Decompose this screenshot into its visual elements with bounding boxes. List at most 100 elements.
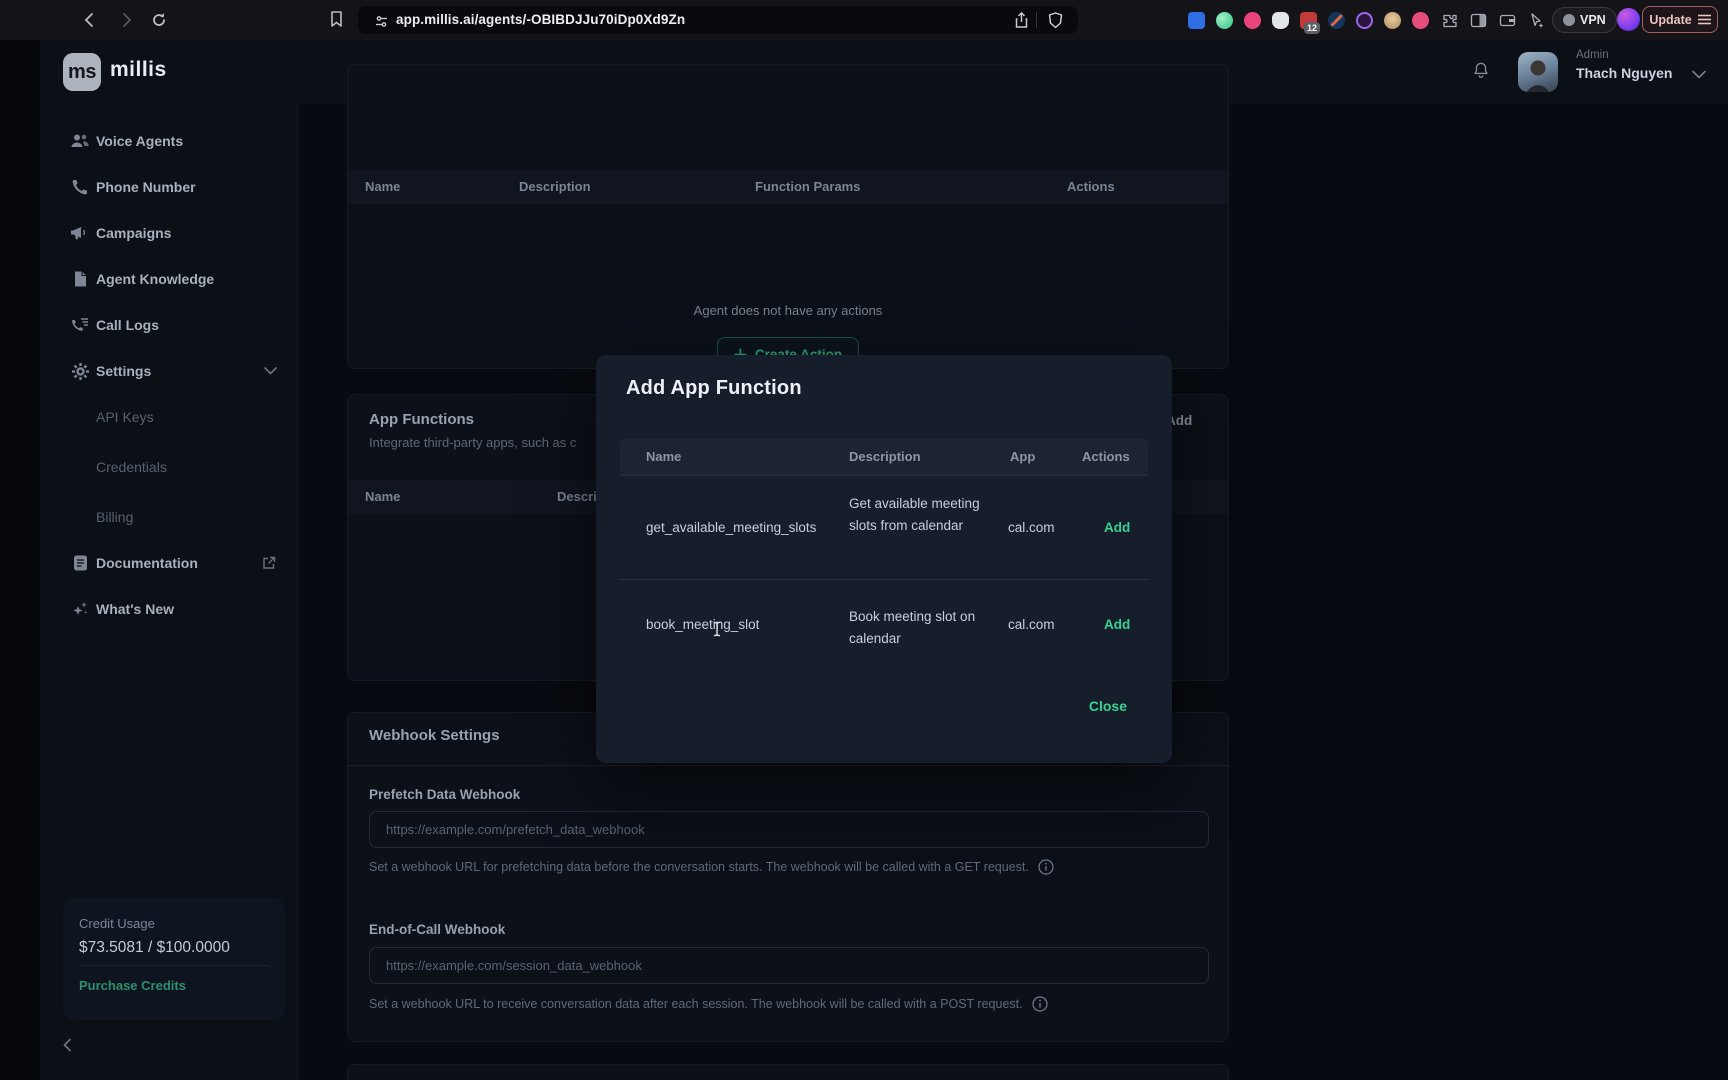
update-button[interactable]: Update	[1642, 6, 1718, 33]
info-icon[interactable]	[1032, 996, 1048, 1012]
sidebar-item-voice-agents[interactable]: Voice Agents	[40, 127, 298, 155]
sidebar-item-agent-knowledge[interactable]: Agent Knowledge	[40, 265, 298, 293]
vpn-button[interactable]: VPN	[1552, 7, 1617, 33]
add-function-button[interactable]: Add	[1104, 520, 1130, 535]
document-icon	[70, 269, 90, 289]
extension-icon[interactable]	[1328, 12, 1345, 29]
bookmark-icon[interactable]	[327, 10, 345, 28]
function-description: Book meeting slot on calendar	[849, 606, 1009, 650]
table-row: book_meeting_slot Book meeting slot on c…	[620, 580, 1148, 670]
sidebar-item-documentation[interactable]: Documentation	[40, 549, 298, 577]
puzzle-extensions-icon[interactable]	[1440, 11, 1458, 29]
sidebar-item-settings[interactable]: Settings	[40, 357, 298, 385]
gear-icon	[70, 361, 90, 381]
extension-badge: 12	[1304, 22, 1320, 34]
extensions-row: 12	[1188, 11, 1545, 29]
sidebar-item-billing[interactable]: Billing	[40, 503, 298, 531]
modal-close-button[interactable]: Close	[1089, 698, 1127, 714]
back-icon[interactable]	[81, 11, 99, 29]
sidebar-item-phone-number[interactable]: Phone Number	[40, 173, 298, 201]
end-of-call-webhook-input[interactable]	[369, 947, 1209, 984]
sidebar-item-label: Credentials	[96, 459, 167, 475]
modal-title: Add App Function	[626, 377, 802, 400]
table-row: get_available_meeting_slots Get availabl…	[620, 476, 1148, 579]
sidebar-item-whats-new[interactable]: What's New	[40, 595, 298, 623]
column-header: Description	[519, 170, 591, 204]
empty-state-text: Agent does not have any actions	[348, 303, 1228, 318]
notifications-bell-icon[interactable]	[1472, 61, 1490, 79]
column-header: Actions	[1067, 170, 1115, 204]
vpn-label: VPN	[1580, 13, 1606, 27]
extension-icon[interactable]	[1216, 12, 1233, 29]
sidebar-item-label: Settings	[96, 363, 151, 379]
text-cursor	[712, 621, 722, 637]
sidebar-item-credentials[interactable]: Credentials	[40, 453, 298, 481]
modal-functions-table: Name Description App Actions get_availab…	[620, 439, 1148, 670]
address-bar[interactable]: app.millis.ai/agents/-OBIBDJJu70iDp0Xd9Z…	[358, 6, 1078, 34]
extension-icon[interactable]	[1272, 12, 1289, 29]
sidebar-panel-icon[interactable]	[1469, 11, 1487, 29]
user-name[interactable]: Thach Nguyen	[1576, 65, 1672, 81]
reload-icon[interactable]	[150, 11, 168, 29]
function-app: cal.com	[1008, 617, 1055, 632]
sidebar-item-api-keys[interactable]: API Keys	[40, 403, 298, 431]
call-logs-icon	[70, 315, 90, 335]
sidebar-item-label: Call Logs	[96, 317, 159, 333]
credit-usage-amount: $73.5081 / $100.0000	[79, 939, 269, 957]
column-header: Actions	[1082, 439, 1130, 475]
sidebar-item-label: Billing	[96, 509, 133, 525]
toolbar-separator	[1036, 12, 1037, 28]
sidebar-item-label: Voice Agents	[96, 133, 183, 149]
settings-chevron-down-icon	[264, 367, 277, 375]
modal-table-header: Name Description App Actions	[620, 439, 1148, 475]
sidebar-item-label: Documentation	[96, 555, 198, 571]
ai-sparkle-icon[interactable]	[1527, 11, 1545, 29]
sidebar-item-call-logs[interactable]: Call Logs	[40, 311, 298, 339]
sidebar-item-label: What's New	[96, 601, 174, 617]
sidebar-item-campaigns[interactable]: Campaigns	[40, 219, 298, 247]
credit-usage-card: Credit Usage $73.5081 / $100.0000 Purcha…	[63, 898, 285, 1020]
help-text: Set a webhook URL to receive conversatio…	[369, 997, 1023, 1011]
info-icon[interactable]	[1038, 859, 1054, 875]
user-menu-chevron-down-icon[interactable]	[1690, 65, 1708, 83]
add-app-function-modal: Add App Function Name Description App Ac…	[596, 355, 1172, 763]
function-name: book_meeting_slot	[646, 617, 759, 632]
end-of-call-webhook-label: End-of-Call Webhook	[369, 922, 505, 937]
extension-icon[interactable]	[1244, 12, 1261, 29]
purchase-credits-button[interactable]: Purchase Credits	[79, 978, 269, 993]
sidebar: Voice Agents Phone Number Campaigns Agen…	[40, 104, 298, 1080]
add-function-button[interactable]: Add	[1104, 617, 1130, 632]
credit-usage-bar	[79, 965, 269, 966]
extension-icon[interactable]	[1356, 12, 1373, 29]
sidebar-item-label: Agent Knowledge	[96, 271, 214, 287]
browser-toolbar: app.millis.ai/agents/-OBIBDJJu70iDp0Xd9Z…	[0, 0, 1728, 40]
external-link-icon	[262, 556, 276, 570]
brave-shield-icon[interactable]	[1046, 11, 1064, 29]
extension-icon[interactable]	[1412, 12, 1429, 29]
prefetch-webhook-help: Set a webhook URL for prefetching data b…	[369, 859, 1054, 875]
app-window: ms millis Admin Thach Nguyen Voice Agent…	[40, 40, 1728, 1080]
browser-profile-avatar[interactable]	[1617, 8, 1640, 31]
function-name: get_available_meeting_slots	[646, 520, 816, 535]
wallet-icon[interactable]	[1498, 11, 1516, 29]
column-header: Name	[365, 480, 400, 514]
column-header: Description	[849, 439, 921, 475]
voice-agents-icon	[70, 131, 90, 151]
forward-icon[interactable]	[117, 11, 135, 29]
url-text[interactable]: app.millis.ai/agents/-OBIBDJJu70iDp0Xd9Z…	[396, 12, 685, 27]
logo-text[interactable]: millis	[110, 58, 167, 82]
column-header: Name	[365, 170, 400, 204]
extension-icon[interactable]	[1188, 12, 1205, 29]
sidebar-collapse-chevron-icon[interactable]	[62, 1038, 72, 1052]
site-settings-icon[interactable]	[372, 12, 390, 30]
extension-icon[interactable]	[1384, 12, 1401, 29]
prefetch-webhook-input[interactable]	[369, 811, 1209, 848]
extension-icon[interactable]: 12	[1300, 12, 1317, 29]
prefetch-webhook-label: Prefetch Data Webhook	[369, 787, 520, 802]
logo-badge[interactable]: ms	[63, 53, 101, 91]
sparkles-icon	[70, 599, 90, 619]
end-of-call-webhook-help: Set a webhook URL to receive conversatio…	[369, 996, 1048, 1012]
user-avatar[interactable]	[1518, 52, 1558, 92]
sidebar-item-label: Phone Number	[96, 179, 196, 195]
share-icon[interactable]	[1012, 11, 1030, 29]
